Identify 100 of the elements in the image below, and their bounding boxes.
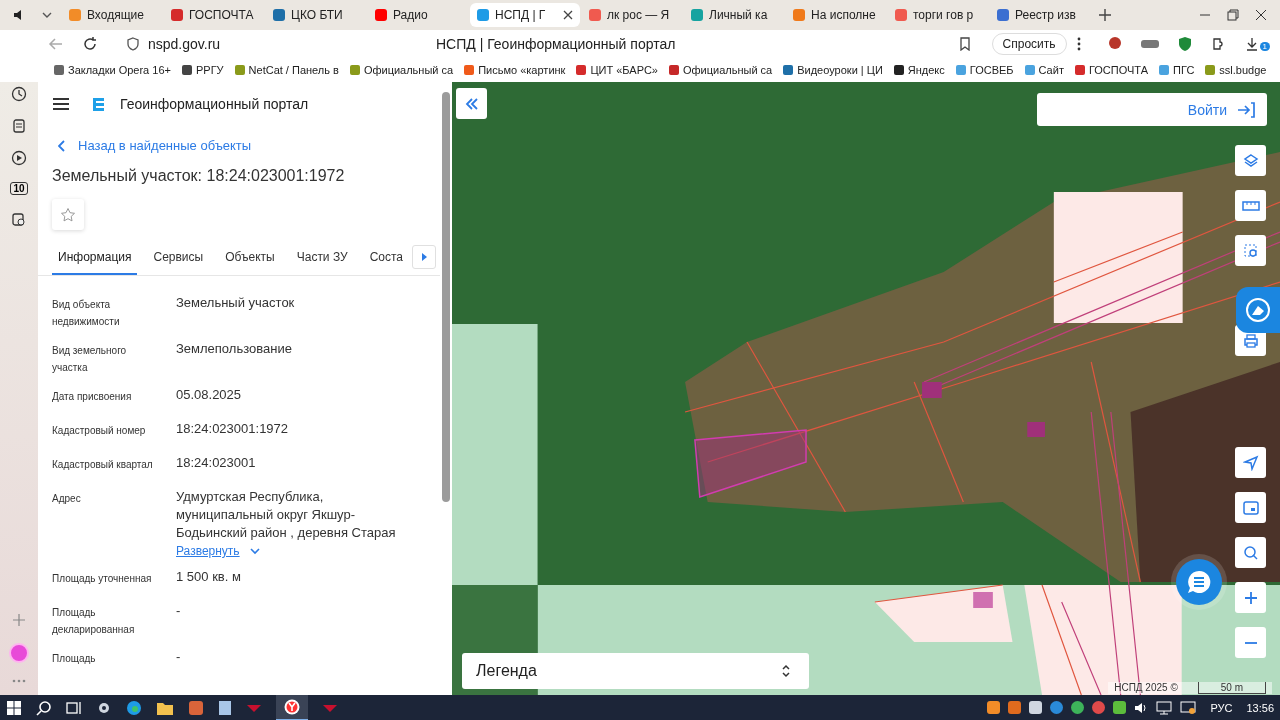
tray-icon[interactable] [1029,701,1043,714]
location-arrow-icon [1242,454,1259,471]
zoom-to-object-button[interactable] [1235,537,1266,568]
browser-tab[interactable]: Реестр изв [990,3,1090,27]
tray-icon[interactable] [987,701,1001,714]
browser-tab[interactable]: Входящие [62,3,162,27]
bookmark-link[interactable]: Видеоуроки | ЦИ [783,64,883,76]
browser-tab[interactable]: лк рос — Я [582,3,682,27]
bookmark-link[interactable]: Письмо «картинк [464,64,566,76]
legend-dropdown[interactable]: Легенда [462,653,809,689]
layers-button[interactable] [1235,145,1266,176]
more-icon[interactable] [1076,37,1081,51]
chevron-left-icon [58,139,66,152]
zoom-out-button[interactable] [1235,627,1266,658]
app-icon[interactable] [188,699,204,716]
back-link[interactable]: Назад в найденные объекты [58,138,252,153]
browser-tab[interactable]: НСПД | Г [470,3,580,27]
area-select-button[interactable] [1235,235,1266,266]
bookmark-link[interactable]: ГОСПОЧТА [1074,64,1148,76]
login-icon [1237,101,1255,118]
browser-tab[interactable]: торги гов р [888,3,988,27]
bookmark-link[interactable]: Официальный са [349,64,454,76]
download-icon[interactable] [1244,37,1259,51]
info-tab[interactable]: Части ЗУ [290,242,354,275]
assistant-icon[interactable] [9,643,29,663]
browser-tab[interactable]: Личный ка [684,3,784,27]
bookmark-link[interactable]: ЦИТ «БАРС» [576,64,658,76]
browser-tab[interactable]: Радио [368,3,468,27]
bookmark-link[interactable]: РРГУ [181,64,224,76]
app-icon[interactable] [246,702,262,713]
info-tab[interactable]: Соста [363,242,410,275]
field-value: Удмуртская Республика, муниципальный округ Якшур-Бодьинский район , деревня Старая [176,488,397,542]
sidebar-counter[interactable]: 10 [10,182,28,195]
play-icon[interactable] [11,150,27,166]
notepad-icon[interactable] [218,699,232,716]
browser-tab[interactable]: ЦКО БТИ [266,3,366,27]
tray-icon[interactable] [1113,701,1127,714]
notification-icon[interactable] [1180,700,1197,715]
info-tab[interactable]: Сервисы [147,242,210,275]
bookmark-link[interactable]: ssl.budge [1205,64,1267,76]
field-label: Кадастровый квартал [52,458,154,472]
camera-icon[interactable] [11,211,27,227]
task-view-icon[interactable] [66,699,82,716]
bookmark-link[interactable]: Официальный са [668,64,773,76]
tray-icon[interactable] [1071,701,1085,714]
scrollbar[interactable] [440,82,452,695]
browser-icon[interactable] [284,698,300,715]
ruler-button[interactable] [1235,190,1266,221]
start-icon[interactable] [6,699,22,716]
notes-icon[interactable] [11,118,27,134]
menu-icon[interactable] [52,97,70,111]
feedback-tab[interactable] [1236,287,1280,333]
bookmark-link[interactable]: Яндекс [893,64,945,76]
clock-icon[interactable] [11,86,27,102]
app-icon[interactable] [322,702,338,713]
close-icon[interactable] [563,10,573,20]
expand-link[interactable]: Развернуть [176,544,260,558]
volume-icon[interactable] [1134,700,1149,715]
ask-button[interactable]: Спросить [991,33,1067,55]
reload-icon[interactable] [82,36,98,52]
bookmark-link[interactable]: ГОСВЕБ [955,64,1014,76]
portal-logo-icon [90,96,106,112]
network-icon[interactable] [1156,700,1173,715]
collapse-panel-button[interactable] [456,88,487,119]
bookmark-link[interactable]: NetCat / Панель в [234,64,339,76]
app-title: Геоинформационный портал [120,96,309,112]
tray-icon[interactable] [1008,701,1022,714]
bookmark-icon[interactable] [957,37,972,51]
search-icon [1242,544,1259,561]
layers-icon [1242,152,1259,169]
shield-icon [126,37,140,51]
browser-icon[interactable] [126,699,142,716]
geolocation-button[interactable] [1235,447,1266,478]
triangle-right-icon [421,253,427,261]
bookmark-link[interactable]: Закладки Opera 16+ [54,64,171,76]
field-value: - [176,648,181,666]
field-value: - [176,602,181,620]
scroll-tabs-button[interactable] [412,245,436,269]
keyboard-language[interactable]: РУС [1210,701,1233,714]
browser-tab[interactable]: ГОСПОЧТА [164,3,264,27]
field-label: Вид объекта недвижимости [52,298,121,329]
extension-icon[interactable] [1106,36,1123,52]
bookmark-link[interactable]: ПГС [1159,64,1195,76]
minimap-button[interactable] [1235,492,1266,523]
field-label: Вид земельного участка [52,344,128,375]
extension-icon[interactable] [1140,38,1159,50]
field-value: 1 500 кв. м [176,568,241,586]
shield-icon[interactable] [1176,36,1193,52]
object-heading: Земельный участок: 18:24:023001:1972 [52,167,346,185]
browser-tab[interactable]: На исполне [786,3,886,27]
map-view[interactable]: Войти Легенда НСПД 2025 © 50 m [452,82,1280,695]
info-tab[interactable]: Информация [52,242,138,275]
sort-arrows-icon [781,663,791,679]
zoom-in-button[interactable] [1235,582,1266,613]
search-icon[interactable] [36,699,52,716]
field-label: Площадь декларированная [52,606,136,637]
bookmark-link[interactable]: Сайт [1024,64,1064,76]
clock-time[interactable]: 13:56 [1246,701,1274,714]
info-tab[interactable]: Объекты [219,242,281,275]
login-button[interactable]: Войти [1037,93,1267,126]
